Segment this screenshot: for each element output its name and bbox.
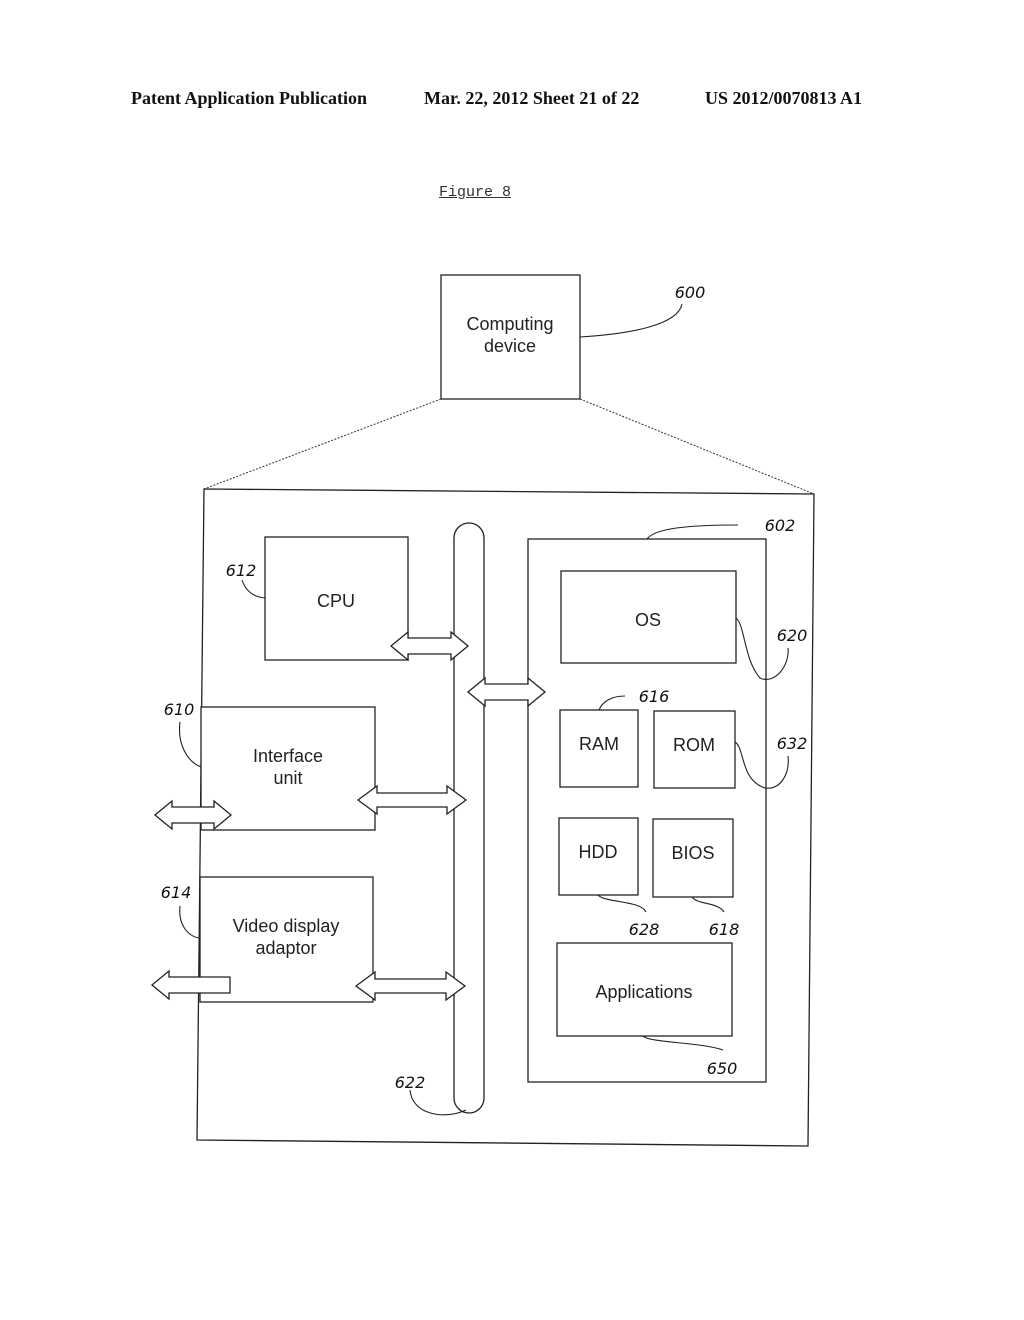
- ref-614: 614: [161, 883, 192, 902]
- bios-block: BIOS: [652, 818, 734, 898]
- rom-label: ROM: [673, 735, 715, 755]
- ref-628: 628: [629, 920, 660, 939]
- leader-614: [179, 905, 200, 939]
- leader-600: [579, 303, 683, 338]
- bios-label: BIOS: [671, 843, 714, 863]
- leader-610: [178, 721, 202, 768]
- rom-block: ROM: [653, 710, 736, 789]
- cpu-label: CPU: [317, 591, 355, 611]
- ref-600: 600: [675, 283, 706, 302]
- applications-label: Applications: [595, 982, 692, 1002]
- ref-602: 602: [765, 516, 796, 535]
- expansion-line-right: [579, 398, 815, 495]
- computing-device-block: Computing device: [440, 274, 581, 400]
- expansion-line-left: [203, 398, 442, 490]
- ref-612: 612: [226, 561, 257, 580]
- interface-external-arrow: [153, 799, 233, 831]
- ref-632: 632: [777, 734, 808, 753]
- hdd-label: HDD: [579, 842, 618, 862]
- video-adaptor-label-1: Video display: [233, 916, 340, 936]
- applications-block: Applications: [556, 942, 733, 1037]
- ref-650: 650: [707, 1059, 738, 1078]
- ref-616: 616: [639, 687, 670, 706]
- interface-unit-label-2: unit: [273, 768, 302, 788]
- ref-622: 622: [395, 1073, 426, 1092]
- computing-device-label-2: device: [484, 336, 536, 356]
- video-adaptor-label-2: adaptor: [255, 938, 316, 958]
- ref-620: 620: [777, 626, 808, 645]
- ram-label: RAM: [579, 734, 619, 754]
- computing-device-label-1: Computing: [466, 314, 553, 334]
- ref-610: 610: [164, 700, 195, 719]
- cpu-block: CPU: [264, 536, 409, 661]
- block-diagram: Computing device 600 622 CPU 612 Interfa…: [150, 274, 815, 1147]
- os-label: OS: [635, 610, 661, 630]
- hdd-block: HDD: [558, 817, 639, 896]
- system-bus: [453, 522, 485, 1114]
- os-block: OS: [560, 570, 737, 664]
- ram-block: RAM: [559, 709, 639, 788]
- ref-618: 618: [709, 920, 740, 939]
- interface-unit-label-1: Interface: [253, 746, 323, 766]
